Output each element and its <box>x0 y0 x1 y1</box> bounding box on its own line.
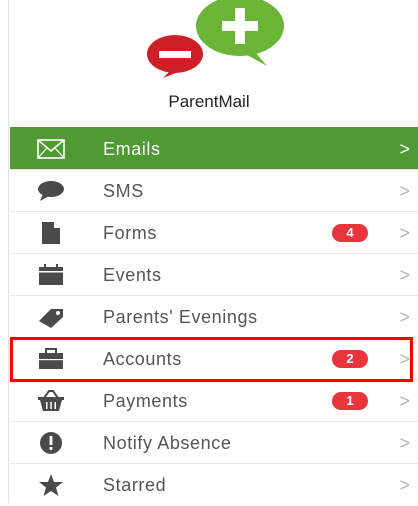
menu-label: Events <box>103 265 162 285</box>
star-icon <box>36 472 66 498</box>
chevron-right-icon: > <box>399 391 410 411</box>
exclamation-icon <box>36 430 66 456</box>
menu-item-accounts[interactable]: Accounts 2 > <box>10 337 418 379</box>
menu-item-sms[interactable]: SMS > <box>10 169 418 211</box>
chevron-right-icon: > <box>399 139 410 159</box>
menu-item-parents-evenings[interactable]: Parents' Evenings > <box>10 295 418 337</box>
chevron-right-icon: > <box>399 265 410 285</box>
basket-icon <box>36 388 66 414</box>
notification-badge: 1 <box>332 392 368 410</box>
document-icon <box>36 220 66 246</box>
chevron-right-icon: > <box>399 181 410 201</box>
notification-badge: 4 <box>332 224 368 242</box>
menu-item-payments[interactable]: Payments 1 > <box>10 379 418 421</box>
menu-label: Payments <box>103 391 188 411</box>
chevron-right-icon: > <box>399 475 410 495</box>
chevron-right-icon: > <box>399 349 410 369</box>
briefcase-icon <box>36 346 66 372</box>
chevron-right-icon: > <box>399 433 410 453</box>
chevron-right-icon: > <box>399 223 410 243</box>
app-name: ParentMail <box>168 92 250 111</box>
menu-label: Starred <box>103 475 167 495</box>
notification-badge: 2 <box>332 350 368 368</box>
menu-label: Notify Absence <box>103 433 232 453</box>
parentmail-logo-icon <box>147 0 284 78</box>
calendar-icon <box>36 262 66 288</box>
menu-item-events[interactable]: Events > <box>10 253 418 295</box>
menu-item-starred[interactable]: Starred > <box>10 463 418 505</box>
menu-label: Accounts <box>103 349 182 369</box>
menu-label: Forms <box>103 223 157 243</box>
tag-icon <box>36 304 66 330</box>
menu-label: Emails <box>103 139 161 159</box>
menu-item-forms[interactable]: Forms 4 > <box>10 211 418 253</box>
menu-label: SMS <box>103 181 144 201</box>
menu-item-emails[interactable]: Emails > <box>10 127 418 169</box>
chevron-right-icon: > <box>399 307 410 327</box>
sidebar-menu: Emails > SMS > Forms 4 > Events > Parent… <box>10 127 418 505</box>
menu-item-notify-absence[interactable]: Notify Absence > <box>10 421 418 463</box>
app-header: ParentMail <box>0 0 418 127</box>
speech-bubble-icon <box>36 178 66 204</box>
envelope-icon <box>36 136 66 162</box>
menu-label: Parents' Evenings <box>103 307 258 327</box>
